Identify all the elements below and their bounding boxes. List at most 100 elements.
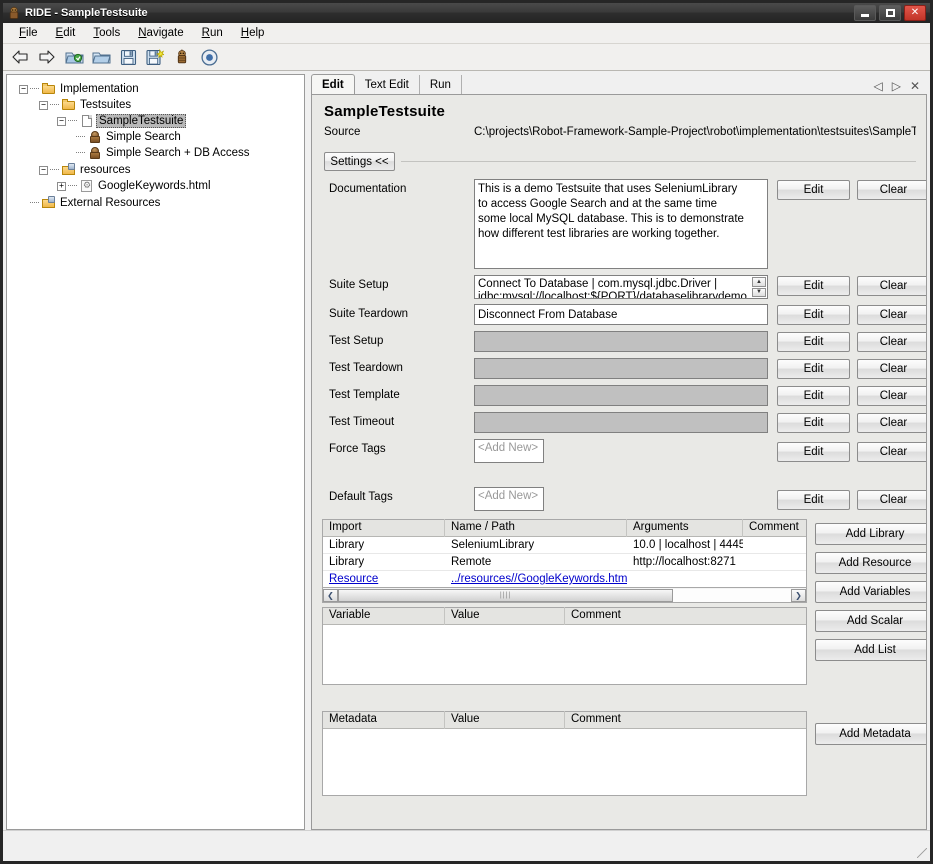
tree-line bbox=[68, 185, 77, 187]
test-template-input[interactable] bbox=[474, 385, 768, 406]
close-button[interactable]: ✕ bbox=[904, 5, 926, 21]
tree-node-implementation[interactable]: − Implementation bbox=[13, 81, 304, 97]
save-icon[interactable] bbox=[117, 46, 139, 68]
add-scalar-button[interactable]: Add Scalar bbox=[815, 610, 927, 632]
add-library-button[interactable]: Add Library bbox=[815, 523, 927, 545]
tree-node-resources[interactable]: − resources bbox=[13, 162, 304, 178]
tree-node-simple-search-db-access[interactable]: Simple Search + DB Access bbox=[13, 145, 304, 161]
default-tags-add-new[interactable]: <Add New> bbox=[474, 487, 544, 511]
menu-file[interactable]: File bbox=[10, 25, 47, 41]
tab-run[interactable]: Run bbox=[420, 75, 462, 94]
menu-navigate[interactable]: Navigate bbox=[129, 25, 192, 41]
menu-run[interactable]: Run bbox=[193, 25, 232, 41]
add-list-button[interactable]: Add List bbox=[815, 639, 927, 661]
spinner-up-icon[interactable]: ▲ bbox=[752, 277, 766, 287]
menu-help[interactable]: Help bbox=[232, 25, 274, 41]
tree-node-testsuites[interactable]: − Testsuites bbox=[13, 97, 304, 113]
force-tags-clear-button[interactable]: Clear bbox=[857, 442, 927, 462]
variable-col-value: Value bbox=[445, 607, 565, 625]
default-tags-clear-button[interactable]: Clear bbox=[857, 490, 927, 510]
minimize-button[interactable] bbox=[854, 5, 876, 21]
scroll-right-icon[interactable]: ❯ bbox=[791, 589, 806, 602]
documentation-edit-button[interactable]: Edit bbox=[777, 180, 850, 200]
documentation-clear-button[interactable]: Clear bbox=[857, 180, 927, 200]
documentation-input[interactable]: This is a demo Testsuite that uses Selen… bbox=[474, 179, 768, 269]
force-tags-add-new[interactable]: <Add New> bbox=[474, 439, 544, 463]
add-resource-button[interactable]: Add Resource bbox=[815, 552, 927, 574]
tree-line bbox=[30, 202, 39, 204]
force-tags-edit-button[interactable]: Edit bbox=[777, 442, 850, 462]
add-variables-button[interactable]: Add Variables bbox=[815, 581, 927, 603]
test-setup-clear-button[interactable]: Clear bbox=[857, 332, 927, 352]
metadata-table[interactable]: Metadata Value Comment bbox=[322, 711, 807, 796]
settings-editor: SampleTestsuite Source C:\projects\Robot… bbox=[311, 94, 927, 830]
tab-edit[interactable]: Edit bbox=[311, 74, 355, 94]
suite-setup-input[interactable]: Connect To Database | com.mysql.jdbc.Dri… bbox=[474, 275, 768, 299]
spinner-down-icon[interactable]: ▼ bbox=[752, 288, 766, 298]
tree-node-sampletestsuite[interactable]: − SampleTestsuite bbox=[13, 113, 304, 129]
open-directory-icon[interactable] bbox=[63, 46, 85, 68]
open-folder-icon[interactable] bbox=[90, 46, 112, 68]
cell-name-path-link[interactable]: ../resources//GoogleKeywords.html bbox=[445, 571, 627, 587]
suite-setup-edit-button[interactable]: Edit bbox=[777, 276, 850, 296]
field-buttons: Edit Clear bbox=[777, 487, 927, 510]
menu-edit[interactable]: Edit bbox=[47, 25, 85, 41]
test-setup-input[interactable] bbox=[474, 331, 768, 352]
test-template-clear-button[interactable]: Clear bbox=[857, 386, 927, 406]
add-metadata-button[interactable]: Add Metadata bbox=[815, 723, 927, 745]
test-timeout-edit-button[interactable]: Edit bbox=[777, 413, 850, 433]
expander-icon[interactable]: − bbox=[39, 101, 48, 110]
field-test-template: Test Template Edit Clear bbox=[322, 385, 916, 406]
default-tags-edit-button[interactable]: Edit bbox=[777, 490, 850, 510]
tree-node-googlekeywords[interactable]: + GoogleKeywords.html bbox=[13, 178, 304, 194]
tab-text-edit[interactable]: Text Edit bbox=[355, 75, 420, 94]
expander-icon[interactable]: − bbox=[39, 166, 48, 175]
test-template-edit-button[interactable]: Edit bbox=[777, 386, 850, 406]
cell-import-type-link[interactable]: Resource bbox=[323, 571, 445, 587]
test-teardown-input[interactable] bbox=[474, 358, 768, 379]
resize-grip-icon[interactable] bbox=[917, 848, 927, 858]
suite-teardown-clear-button[interactable]: Clear bbox=[857, 305, 927, 325]
tree-node-external-resources[interactable]: External Resources bbox=[13, 195, 304, 211]
forward-arrow-icon[interactable] bbox=[36, 46, 58, 68]
expander-icon[interactable]: − bbox=[57, 117, 66, 126]
test-setup-edit-button[interactable]: Edit bbox=[777, 332, 850, 352]
hscroll-thumb[interactable]: |||| bbox=[338, 589, 673, 602]
close-tab-icon[interactable]: ✕ bbox=[910, 80, 920, 92]
page-title: SampleTestsuite bbox=[324, 103, 916, 120]
folder-icon bbox=[61, 98, 77, 112]
variable-table-body[interactable] bbox=[323, 625, 806, 684]
import-table[interactable]: Import Name / Path Arguments Comment Lib… bbox=[322, 519, 807, 588]
table-row[interactable]: Library Remote http://localhost:8271 bbox=[323, 554, 806, 571]
save-all-icon[interactable] bbox=[144, 46, 166, 68]
test-teardown-edit-button[interactable]: Edit bbox=[777, 359, 850, 379]
table-row[interactable]: Library SeleniumLibrary 10.0 | localhost… bbox=[323, 537, 806, 554]
variable-table[interactable]: Variable Value Comment bbox=[322, 607, 807, 685]
hscroll-track[interactable]: |||| bbox=[338, 589, 791, 602]
tab-edit-label: Edit bbox=[322, 79, 344, 91]
prev-tab-icon[interactable]: ◁ bbox=[873, 80, 882, 92]
robot-icon[interactable] bbox=[171, 46, 193, 68]
expander-icon[interactable]: − bbox=[19, 85, 28, 94]
field-buttons: Edit Clear bbox=[777, 412, 927, 433]
back-arrow-icon[interactable] bbox=[9, 46, 31, 68]
stop-icon[interactable] bbox=[198, 46, 220, 68]
project-tree-panel[interactable]: − Implementation − Testsuites − SampleTe… bbox=[6, 74, 305, 830]
scroll-left-icon[interactable]: ❮ bbox=[323, 589, 338, 602]
menu-tools[interactable]: Tools bbox=[84, 25, 129, 41]
import-table-hscrollbar[interactable]: ❮ |||| ❯ bbox=[322, 588, 807, 603]
suite-setup-spinner[interactable]: ▲ ▼ bbox=[752, 277, 766, 297]
suite-setup-clear-button[interactable]: Clear bbox=[857, 276, 927, 296]
settings-toggle-button[interactable]: Settings << bbox=[324, 152, 395, 171]
next-tab-icon[interactable]: ▷ bbox=[892, 80, 901, 92]
test-teardown-clear-button[interactable]: Clear bbox=[857, 359, 927, 379]
test-timeout-input[interactable] bbox=[474, 412, 768, 433]
suite-teardown-input[interactable]: Disconnect From Database bbox=[474, 304, 768, 325]
test-timeout-clear-button[interactable]: Clear bbox=[857, 413, 927, 433]
tree-node-simple-search[interactable]: Simple Search bbox=[13, 129, 304, 145]
table-row[interactable]: Resource ../resources//GoogleKeywords.ht… bbox=[323, 571, 806, 587]
maximize-button[interactable] bbox=[879, 5, 901, 21]
expander-icon[interactable]: + bbox=[57, 182, 66, 191]
metadata-table-body[interactable] bbox=[323, 729, 806, 795]
suite-teardown-edit-button[interactable]: Edit bbox=[777, 305, 850, 325]
